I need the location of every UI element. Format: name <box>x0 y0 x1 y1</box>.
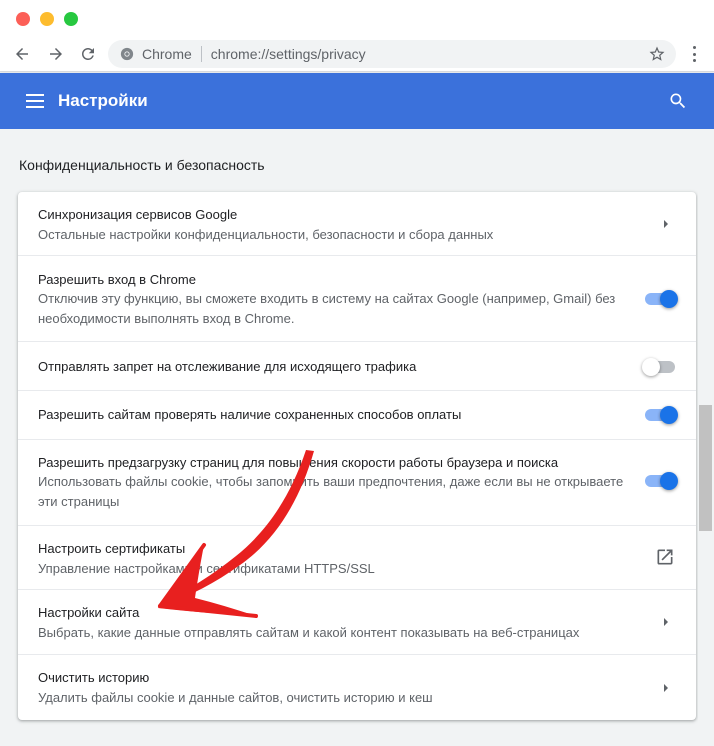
row-title: Синхронизация сервисов Google <box>38 207 238 222</box>
chevron-right-icon[interactable] <box>658 614 674 630</box>
reload-button[interactable] <box>76 42 100 66</box>
do-not-track-toggle[interactable] <box>642 357 678 377</box>
row-title: Отправлять запрет на отслеживание для ис… <box>38 359 417 374</box>
row-description: Выбрать, какие данные отправлять сайтам … <box>38 625 580 640</box>
close-window-button[interactable] <box>16 12 30 26</box>
row-description: Остальные настройки конфиденциальности, … <box>38 227 494 242</box>
row-allow-chrome-signin: Разрешить вход в Chrome Отключив эту фун… <box>18 256 696 342</box>
row-title: Настроить сертификаты <box>38 541 186 556</box>
section-title: Конфиденциальность и безопасность <box>19 157 265 173</box>
row-description: Отключив эту функцию, вы сможете входить… <box>38 291 616 326</box>
row-clear-history[interactable]: Очистить историю Удалить файлы cookie и … <box>18 655 696 720</box>
omnibox-separator <box>200 46 202 62</box>
chevron-right-icon[interactable] <box>658 216 674 232</box>
bookmark-star-icon[interactable] <box>648 45 666 63</box>
arrow-back-icon <box>16 48 28 60</box>
row-google-services-sync[interactable]: Синхронизация сервисов Google Остальные … <box>18 192 696 256</box>
maximize-window-button[interactable] <box>64 12 78 26</box>
toggle-knob <box>660 290 678 308</box>
row-manage-certificates[interactable]: Настроить сертификаты Управление настрой… <box>18 526 696 590</box>
scrollbar-thumb[interactable] <box>699 405 712 531</box>
preload-toggle[interactable] <box>642 471 678 491</box>
search-icon[interactable] <box>668 91 688 111</box>
privacy-settings-card: Синхронизация сервисов Google Остальные … <box>18 192 696 720</box>
row-do-not-track: Отправлять запрет на отслеживание для ис… <box>18 342 696 391</box>
row-payment-methods: Разрешить сайтам проверять наличие сохра… <box>18 391 696 440</box>
chrome-logo-icon <box>120 47 134 61</box>
row-description: Удалить файлы cookie и данные сайтов, оч… <box>38 690 433 705</box>
reload-icon <box>82 48 94 60</box>
row-preload-pages: Разрешить предзагрузку страниц для повыш… <box>18 440 696 526</box>
minimize-window-button[interactable] <box>40 12 54 26</box>
browser-toolbar: Chrome chrome://settings/privacy <box>0 36 714 72</box>
row-site-settings[interactable]: Настройки сайта Выбрать, какие данные от… <box>18 590 696 655</box>
settings-content: Конфиденциальность и безопасность Синхро… <box>0 129 714 746</box>
url-text[interactable]: chrome://settings/privacy <box>211 46 366 62</box>
back-button[interactable] <box>10 42 34 66</box>
hamburger-icon[interactable] <box>26 94 44 108</box>
payment-methods-toggle[interactable] <box>642 405 678 425</box>
external-link-icon[interactable] <box>655 547 675 567</box>
forward-button[interactable] <box>44 42 68 66</box>
toggle-knob <box>660 472 678 490</box>
row-description: Использовать файлы cookie, чтобы запомни… <box>38 474 624 509</box>
row-title: Разрешить вход в Chrome <box>38 272 196 287</box>
window-titlebar <box>0 0 714 36</box>
signin-toggle[interactable] <box>642 289 678 309</box>
toggle-knob <box>642 358 660 376</box>
site-label: Chrome <box>142 46 192 62</box>
row-description: Управление настройками и сертификатами H… <box>38 561 375 576</box>
page-title: Настройки <box>58 91 148 110</box>
arrow-forward-icon <box>50 48 62 60</box>
row-title: Разрешить сайтам проверять наличие сохра… <box>38 407 462 422</box>
address-bar[interactable]: Chrome chrome://settings/privacy <box>108 40 676 68</box>
toggle-knob <box>660 406 678 424</box>
settings-header: Настройки <box>0 73 714 129</box>
chevron-right-icon[interactable] <box>658 680 674 696</box>
vertical-dots-icon[interactable] <box>686 44 702 64</box>
row-title: Разрешить предзагрузку страниц для повыш… <box>38 455 559 470</box>
row-title: Настройки сайта <box>38 605 140 620</box>
row-title: Очистить историю <box>38 670 150 685</box>
